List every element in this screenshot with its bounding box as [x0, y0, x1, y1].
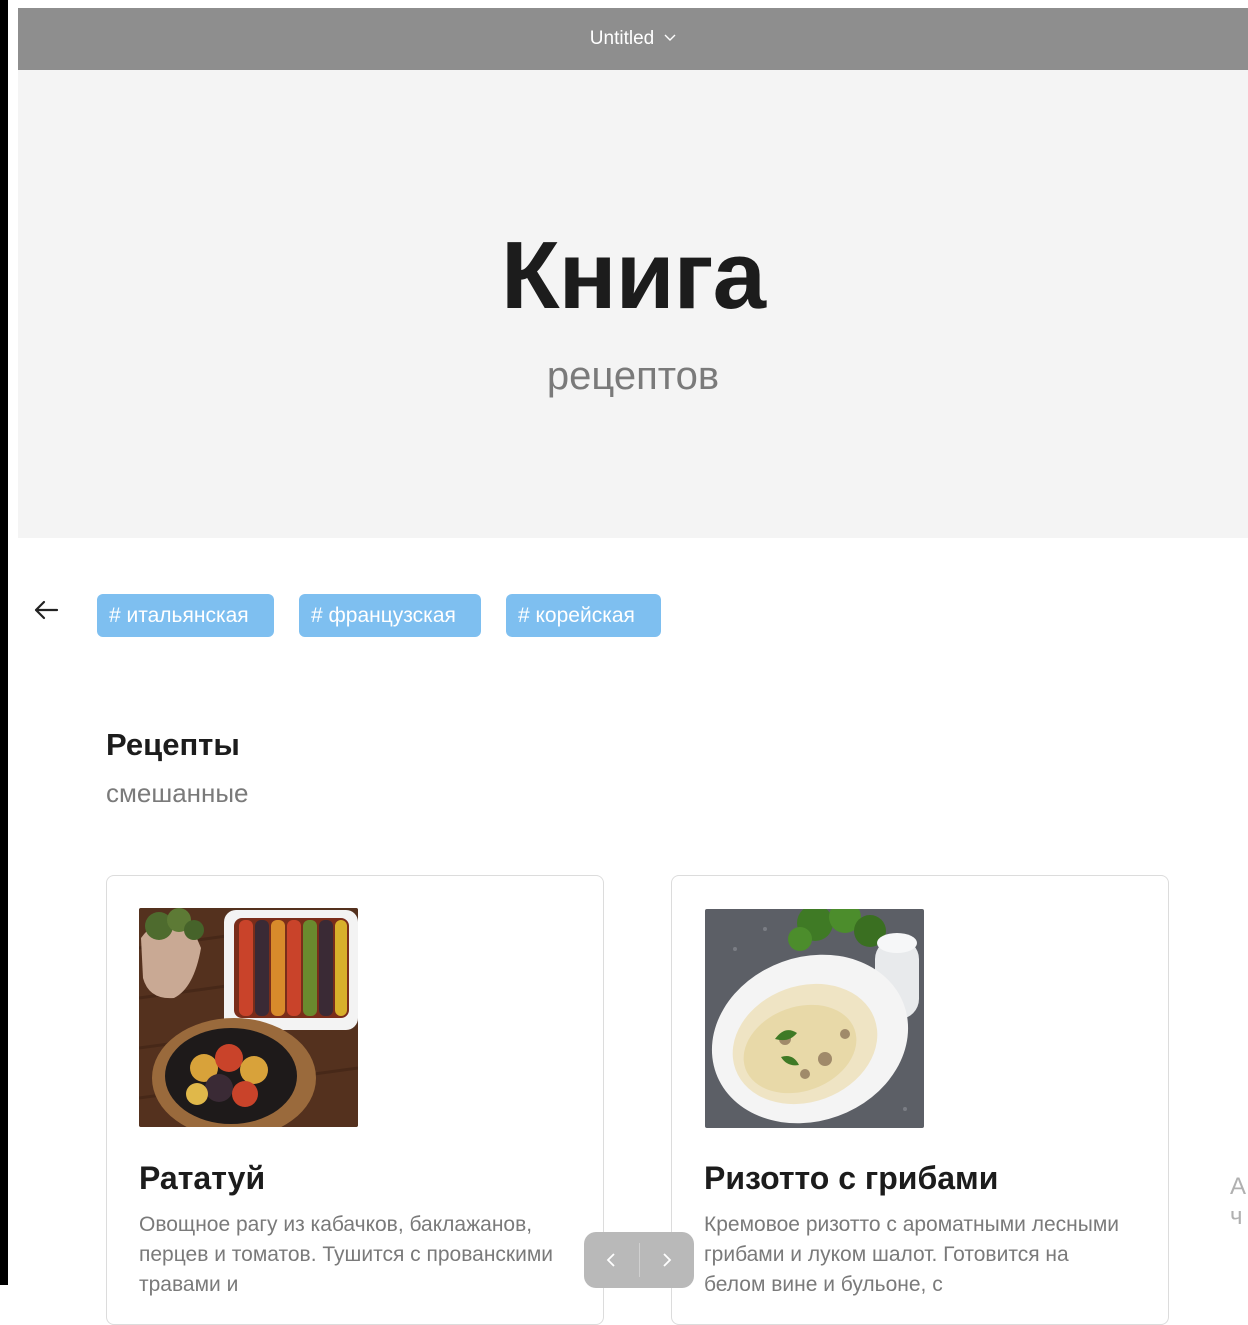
- recipe-description: Кремовое ризотто с ароматными лесными гр…: [704, 1213, 1119, 1296]
- back-arrow-icon[interactable]: [30, 594, 62, 626]
- tag-french[interactable]: # французская: [299, 594, 481, 637]
- document-title[interactable]: Untitled: [590, 28, 654, 50]
- edge-text-line: А: [1230, 1173, 1247, 1200]
- section-title: Рецепты: [106, 727, 240, 762]
- hero-banner: Книга рецептов: [18, 70, 1248, 538]
- recipe-description: Овощное рагу из кабачков, баклажанов, пе…: [139, 1213, 554, 1296]
- edge-text-line: ч: [1230, 1203, 1243, 1230]
- offscreen-card-text: А ч: [1230, 1172, 1246, 1232]
- recipe-title: Ризотто с грибами: [704, 1160, 999, 1196]
- hero-subtitle: рецептов: [546, 354, 720, 398]
- carousel-pager: [584, 1232, 694, 1288]
- recipe-title: Рататуй: [139, 1160, 266, 1196]
- hero-title: Книга: [501, 222, 766, 329]
- chevron-right-icon: [663, 1253, 672, 1267]
- window-top-gap: [8, 0, 1248, 8]
- chevron-left-icon: [606, 1253, 615, 1267]
- next-button[interactable]: [640, 1232, 695, 1288]
- chevron-down-icon[interactable]: [664, 30, 676, 45]
- title-bar[interactable]: Untitled: [18, 8, 1248, 70]
- risotto-image: [705, 909, 924, 1128]
- recipe-card-ratatouille[interactable]: Рататуй Овощное рагу из кабачков, баклаж…: [106, 875, 604, 1325]
- prev-button[interactable]: [584, 1232, 639, 1288]
- window-left-edge: [0, 0, 8, 1285]
- tag-korean[interactable]: # корейская: [506, 594, 661, 637]
- tag-italian[interactable]: # итальянская: [97, 594, 274, 637]
- recipe-card-risotto[interactable]: Ризотто с грибами Кремовое ризотто с аро…: [671, 875, 1169, 1325]
- section-subtitle: смешанные: [106, 778, 249, 808]
- ratatouille-image: [139, 908, 358, 1127]
